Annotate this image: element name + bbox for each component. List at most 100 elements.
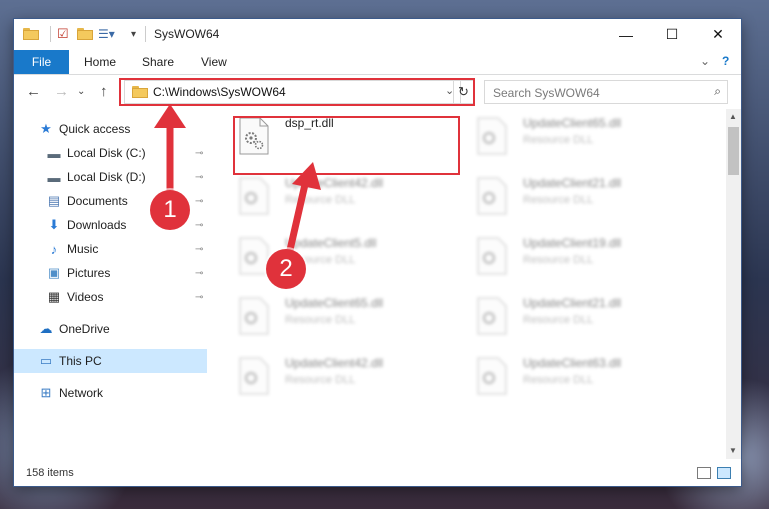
sidebar-item-label: This PC: [59, 354, 102, 368]
file-type: Resource DLL: [523, 374, 594, 386]
file-name: UpdateClient21.dll: [523, 296, 622, 310]
large-icons-view-button[interactable]: [717, 467, 731, 479]
drive-icon: ▬: [47, 145, 61, 161]
pc-icon: ▭: [39, 353, 53, 368]
dll-file-icon: [477, 237, 507, 275]
up-button[interactable]: ↑: [100, 83, 108, 100]
title-bar: ☑ ☰▾ ▾ SysWOW64 — ☐ ✕: [14, 19, 741, 50]
status-bar: 158 items: [14, 460, 741, 486]
pin-icon: ⊸: [195, 171, 204, 183]
pin-icon: ⊸: [195, 243, 204, 255]
help-icon[interactable]: ?: [722, 54, 729, 68]
sidebar-item-label: Videos: [67, 290, 104, 304]
explorer-window: ☑ ☰▾ ▾ SysWOW64 — ☐ ✕ File Home Share Vi…: [14, 19, 741, 486]
step-badge-2: 2: [266, 249, 306, 289]
file-name: UpdateClient5.dll: [285, 236, 377, 250]
drive-icon: ▬: [47, 169, 61, 185]
chevron-down-icon[interactable]: ▾: [131, 26, 136, 42]
dll-file-icon: [239, 357, 269, 395]
network-icon: ⊞: [40, 385, 52, 400]
sidebar-item-music[interactable]: ♪ Music ⊸: [14, 237, 207, 261]
scroll-down-icon[interactable]: ▼: [729, 446, 737, 455]
star-icon: ★: [40, 121, 52, 136]
onedrive-icon: ☁: [39, 321, 53, 336]
sidebar-item-pictures[interactable]: ▣ Pictures ⊸: [14, 261, 207, 285]
sidebar-item-label: Local Disk (C:): [67, 146, 146, 160]
vertical-scrollbar[interactable]: ▲ ▼: [726, 109, 741, 459]
sidebar-item-onedrive[interactable]: ☁ OneDrive: [14, 317, 207, 341]
pin-icon: ⊸: [195, 195, 204, 207]
tab-home[interactable]: Home: [84, 55, 116, 69]
file-name: UpdateClient19.dll: [523, 236, 622, 250]
file-name: UpdateClient42.dll: [285, 176, 384, 190]
back-button[interactable]: ←: [26, 83, 41, 100]
ribbon-tabs: File Home Share View ⌄ ?: [14, 50, 741, 75]
file-name: UpdateClient65.dll: [523, 116, 622, 130]
folder-icon: [23, 26, 39, 42]
expand-ribbon-icon[interactable]: ⌄: [700, 54, 710, 68]
list-item[interactable]: UpdateClient65.dll Resource DLL: [473, 113, 699, 165]
documents-icon: ▤: [47, 193, 61, 208]
recent-locations-button[interactable]: ⌄: [77, 86, 85, 97]
sidebar-item-videos[interactable]: ▦ Videos ⊸: [14, 285, 207, 309]
navigation-pane: ★ Quick access ▬ Local Disk (C:) ⊸ ▬ Loc…: [14, 109, 207, 459]
sidebar-item-label: Local Disk (D:): [67, 170, 146, 184]
scroll-up-icon[interactable]: ▲: [729, 112, 737, 121]
videos-icon: ▦: [47, 289, 61, 304]
sidebar-item-label: Network: [59, 386, 104, 400]
address-highlight: [119, 78, 475, 106]
item-count: 158 items: [26, 467, 74, 479]
forward-button[interactable]: →: [54, 83, 69, 100]
file-name: UpdateClient42.dll: [285, 356, 384, 370]
sidebar-item-quick-access[interactable]: ★ Quick access: [14, 117, 207, 141]
file-type: Resource DLL: [523, 254, 594, 266]
list-item[interactable]: UpdateClient21.dll Resource DLL: [473, 293, 699, 345]
pin-icon: ⊸: [195, 219, 204, 231]
pin-icon: ⊸: [195, 267, 204, 279]
file-type: Resource DLL: [285, 194, 356, 206]
divider: [50, 26, 51, 42]
dll-file-icon: [239, 237, 269, 275]
file-type: Resource DLL: [285, 374, 356, 386]
list-item[interactable]: UpdateClient65.dll Resource DLL: [235, 293, 461, 345]
dll-file-icon: [239, 177, 269, 215]
step-badge-1: 1: [150, 190, 190, 230]
dll-file-icon: [477, 297, 507, 335]
file-name: UpdateClient63.dll: [523, 356, 622, 370]
sidebar-item-label: Music: [67, 242, 99, 256]
sidebar-item-this-pc[interactable]: ▭ This PC: [14, 349, 207, 373]
file-name: UpdateClient65.dll: [285, 296, 384, 310]
search-input[interactable]: [491, 84, 705, 102]
sidebar-item-label: Downloads: [67, 218, 127, 232]
close-button[interactable]: ✕: [695, 19, 741, 50]
minimize-button[interactable]: —: [603, 19, 649, 50]
customize-quick-access-icon[interactable]: ☰▾: [98, 26, 115, 42]
dll-file-icon: [239, 297, 269, 335]
sidebar-item-local-disk-d[interactable]: ▬ Local Disk (D:) ⊸: [14, 165, 207, 189]
tab-file[interactable]: File: [14, 50, 69, 74]
file-type: Resource DLL: [523, 134, 594, 146]
list-item[interactable]: UpdateClient42.dll Resource DLL: [235, 353, 461, 405]
tab-view[interactable]: View: [201, 55, 227, 69]
properties-icon[interactable]: ☑: [57, 26, 69, 42]
sidebar-item-label: Documents: [67, 194, 128, 208]
details-view-button[interactable]: [697, 467, 711, 479]
sidebar-item-network[interactable]: ⊞ Network: [14, 381, 207, 405]
dll-file-icon: [477, 177, 507, 215]
scroll-thumb[interactable]: [728, 127, 739, 175]
dll-file-icon: [477, 357, 507, 395]
maximize-button[interactable]: ☐: [649, 19, 695, 50]
search-box[interactable]: ⌕: [484, 80, 728, 104]
list-item[interactable]: UpdateClient19.dll Resource DLL: [473, 233, 699, 285]
divider: [145, 26, 146, 42]
list-item[interactable]: UpdateClient21.dll Resource DLL: [473, 173, 699, 225]
tab-share[interactable]: Share: [142, 55, 174, 69]
pin-icon: ⊸: [195, 291, 204, 303]
list-item[interactable]: UpdateClient42.dll Resource DLL: [235, 173, 461, 225]
sidebar-item-label: OneDrive: [59, 322, 110, 336]
sidebar-item-local-disk-c[interactable]: ▬ Local Disk (C:) ⊸: [14, 141, 207, 165]
file-type: Resource DLL: [523, 314, 594, 326]
file-type: Resource DLL: [523, 194, 594, 206]
list-item[interactable]: UpdateClient63.dll Resource DLL: [473, 353, 699, 405]
new-folder-icon[interactable]: [77, 26, 93, 42]
